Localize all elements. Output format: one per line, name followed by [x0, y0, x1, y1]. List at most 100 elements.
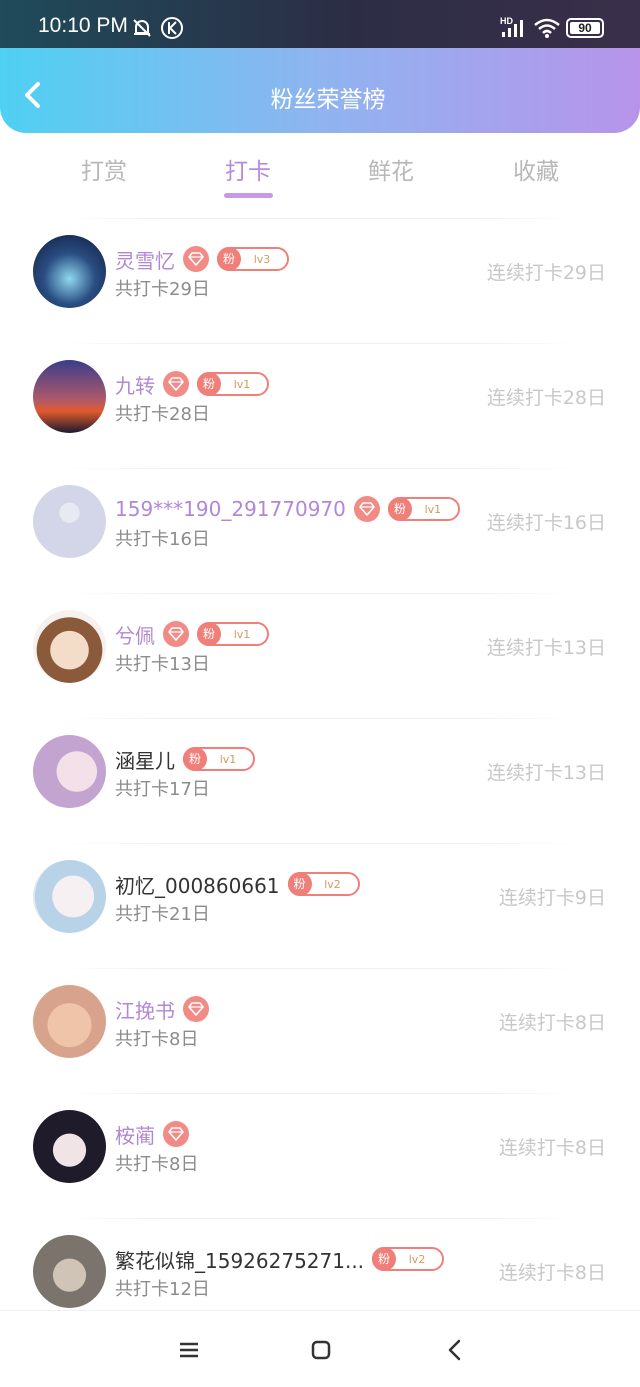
- tab-tip[interactable]: 打赏: [44, 152, 164, 186]
- page-title: 粉丝荣誉榜: [270, 87, 386, 113]
- status-bar: 10:10 PM HD 90: [0, 0, 640, 48]
- nav-back-button[interactable]: [442, 1337, 468, 1363]
- bell-muted-icon: [133, 19, 151, 37]
- total-checkin: 共打卡16日: [115, 529, 210, 550]
- user-name[interactable]: 兮佩: [115, 620, 155, 649]
- tab-favorites[interactable]: 收藏: [476, 152, 596, 186]
- total-checkin: 共打卡8日: [115, 1029, 199, 1050]
- nav-menu-button[interactable]: [176, 1337, 202, 1363]
- user-name[interactable]: 繁花似锦_15926275271...: [115, 1245, 364, 1274]
- signal-icon: [502, 20, 523, 37]
- fan-level-badge: 粉 lv3: [217, 247, 289, 271]
- battery-icon: 90: [566, 18, 604, 38]
- fan-level-badge: 粉 lv1: [197, 372, 269, 396]
- list-item[interactable]: 涵星儿粉 lv1 共打卡17日 连续打卡13日: [0, 718, 640, 843]
- user-name[interactable]: 江挽书: [115, 995, 175, 1024]
- user-name[interactable]: 灵雪忆: [115, 245, 175, 274]
- fan-level: lv1: [219, 752, 237, 766]
- row-divider: [64, 968, 576, 969]
- diamond-icon: [163, 621, 189, 647]
- fan-badge-label: 粉: [387, 497, 412, 521]
- fan-level-badge: 粉 lv2: [372, 1247, 445, 1271]
- user-name[interactable]: 涵星儿: [115, 745, 175, 774]
- list-item[interactable]: 灵雪忆 粉 lv3 共打卡29日 连续打卡29日: [0, 218, 640, 343]
- list-item[interactable]: 江挽书 共打卡8日 连续打卡8日: [0, 968, 640, 1093]
- home-square-icon: [311, 1340, 331, 1360]
- diamond-icon: [163, 371, 189, 397]
- streak-checkin: 连续打卡29日: [486, 262, 606, 284]
- row-divider: [64, 468, 576, 469]
- list-item[interactable]: 桉蔺共打卡8日 连续打卡8日: [0, 1093, 640, 1218]
- fan-level-badge: 粉 lv2: [287, 872, 360, 896]
- streak-checkin: 连续打卡9日: [498, 887, 606, 909]
- avatar[interactable]: [33, 485, 106, 558]
- total-checkin: 共打卡13日: [115, 654, 210, 675]
- total-checkin: 共打卡8日: [115, 1154, 199, 1175]
- avatar[interactable]: [33, 860, 106, 933]
- fan-level-badge: 粉 lv1: [183, 747, 255, 771]
- fan-badge-label: 粉: [287, 872, 312, 896]
- user-name[interactable]: 桉蔺: [115, 1120, 155, 1149]
- avatar[interactable]: [33, 1110, 106, 1183]
- avatar[interactable]: [33, 360, 106, 433]
- user-name[interactable]: 初忆_000860661: [115, 870, 280, 899]
- name-line: 159***190_291770970 粉 lv1: [115, 494, 460, 524]
- status-time: 10:10 PM: [38, 14, 128, 37]
- user-name[interactable]: 九转: [115, 370, 155, 399]
- streak-checkin: 连续打卡8日: [498, 1262, 606, 1284]
- fan-level-badge: 粉 lv1: [197, 622, 269, 646]
- tab-bar: 打赏 打卡 鲜花 收藏: [0, 148, 640, 208]
- avatar[interactable]: [33, 1235, 106, 1308]
- list-item[interactable]: 兮佩 粉 lv1 共打卡13日 连续打卡13日: [0, 593, 640, 718]
- total-checkin: 共打卡28日: [115, 404, 210, 425]
- total-checkin: 共打卡17日: [115, 779, 210, 800]
- user-name[interactable]: 159***190_291770970: [115, 497, 346, 521]
- name-line: 繁花似锦_15926275271... 粉 lv2: [115, 1244, 445, 1274]
- name-line: 兮佩 粉 lv1: [115, 619, 269, 649]
- streak-checkin: 连续打卡8日: [498, 1137, 606, 1159]
- total-checkin: 共打卡12日: [115, 1279, 210, 1300]
- fan-badge-label: 粉: [197, 372, 221, 396]
- fan-badge-label: 粉: [183, 747, 207, 771]
- fan-level: lv1: [233, 377, 251, 391]
- total-checkin: 共打卡21日: [115, 904, 210, 925]
- k-app-icon: [161, 17, 183, 39]
- streak-checkin: 连续打卡28日: [486, 387, 606, 409]
- avatar[interactable]: [33, 610, 106, 683]
- active-tab-indicator: [224, 193, 273, 198]
- row-divider: [64, 718, 576, 719]
- diamond-icon: [353, 496, 380, 522]
- avatar[interactable]: [33, 735, 106, 808]
- fan-badge-label: 粉: [197, 622, 221, 646]
- fan-level: lv2: [408, 1252, 426, 1266]
- tab-flowers[interactable]: 鲜花: [331, 152, 451, 186]
- fan-badge-label: 粉: [372, 1247, 397, 1271]
- row-divider: [64, 593, 576, 594]
- fan-level-badge: 粉 lv1: [387, 497, 460, 521]
- back-triangle-icon: [448, 1339, 461, 1361]
- name-line: 九转 粉 lv1: [115, 369, 269, 399]
- list-item[interactable]: 初忆_000860661 粉 lv2 共打卡21日 连续打卡9日: [0, 843, 640, 968]
- fan-honor-screen: 10:10 PM HD 90 粉丝荣誉榜 打赏 打卡 鲜花 收藏 灵雪忆 粉 l…: [0, 0, 640, 1387]
- system-nav-bar: [0, 1310, 640, 1387]
- list-item[interactable]: 159***190_291770970 粉 lv1 共打卡16日 连续打卡16日: [0, 468, 640, 593]
- header: 10:10 PM HD 90 粉丝荣誉榜: [0, 0, 640, 133]
- fan-level: lv1: [424, 502, 442, 516]
- nav-home-button[interactable]: [308, 1337, 334, 1363]
- row-divider: [64, 1093, 576, 1094]
- avatar[interactable]: [33, 235, 106, 308]
- streak-checkin: 连续打卡13日: [486, 637, 606, 659]
- streak-checkin: 连续打卡16日: [486, 512, 606, 534]
- tab-checkin[interactable]: 打卡: [188, 152, 308, 186]
- list-item[interactable]: 九转 粉 lv1 共打卡28日 连续打卡28日: [0, 343, 640, 468]
- total-checkin: 共打卡29日: [115, 279, 210, 300]
- fan-level: lv2: [324, 877, 341, 891]
- avatar[interactable]: [33, 985, 106, 1058]
- name-line: 涵星儿粉 lv1: [115, 744, 255, 774]
- streak-checkin: 连续打卡13日: [486, 762, 606, 784]
- fan-badge-label: 粉: [217, 247, 241, 271]
- fan-list: 灵雪忆粉 lv3 共打卡29日 连续打卡29日 九转粉 lv1 共打卡28日 连续打卡28日 1…: [0, 218, 640, 1343]
- row-divider: [64, 218, 576, 219]
- wifi-icon: [534, 18, 560, 38]
- row-divider: [64, 843, 576, 844]
